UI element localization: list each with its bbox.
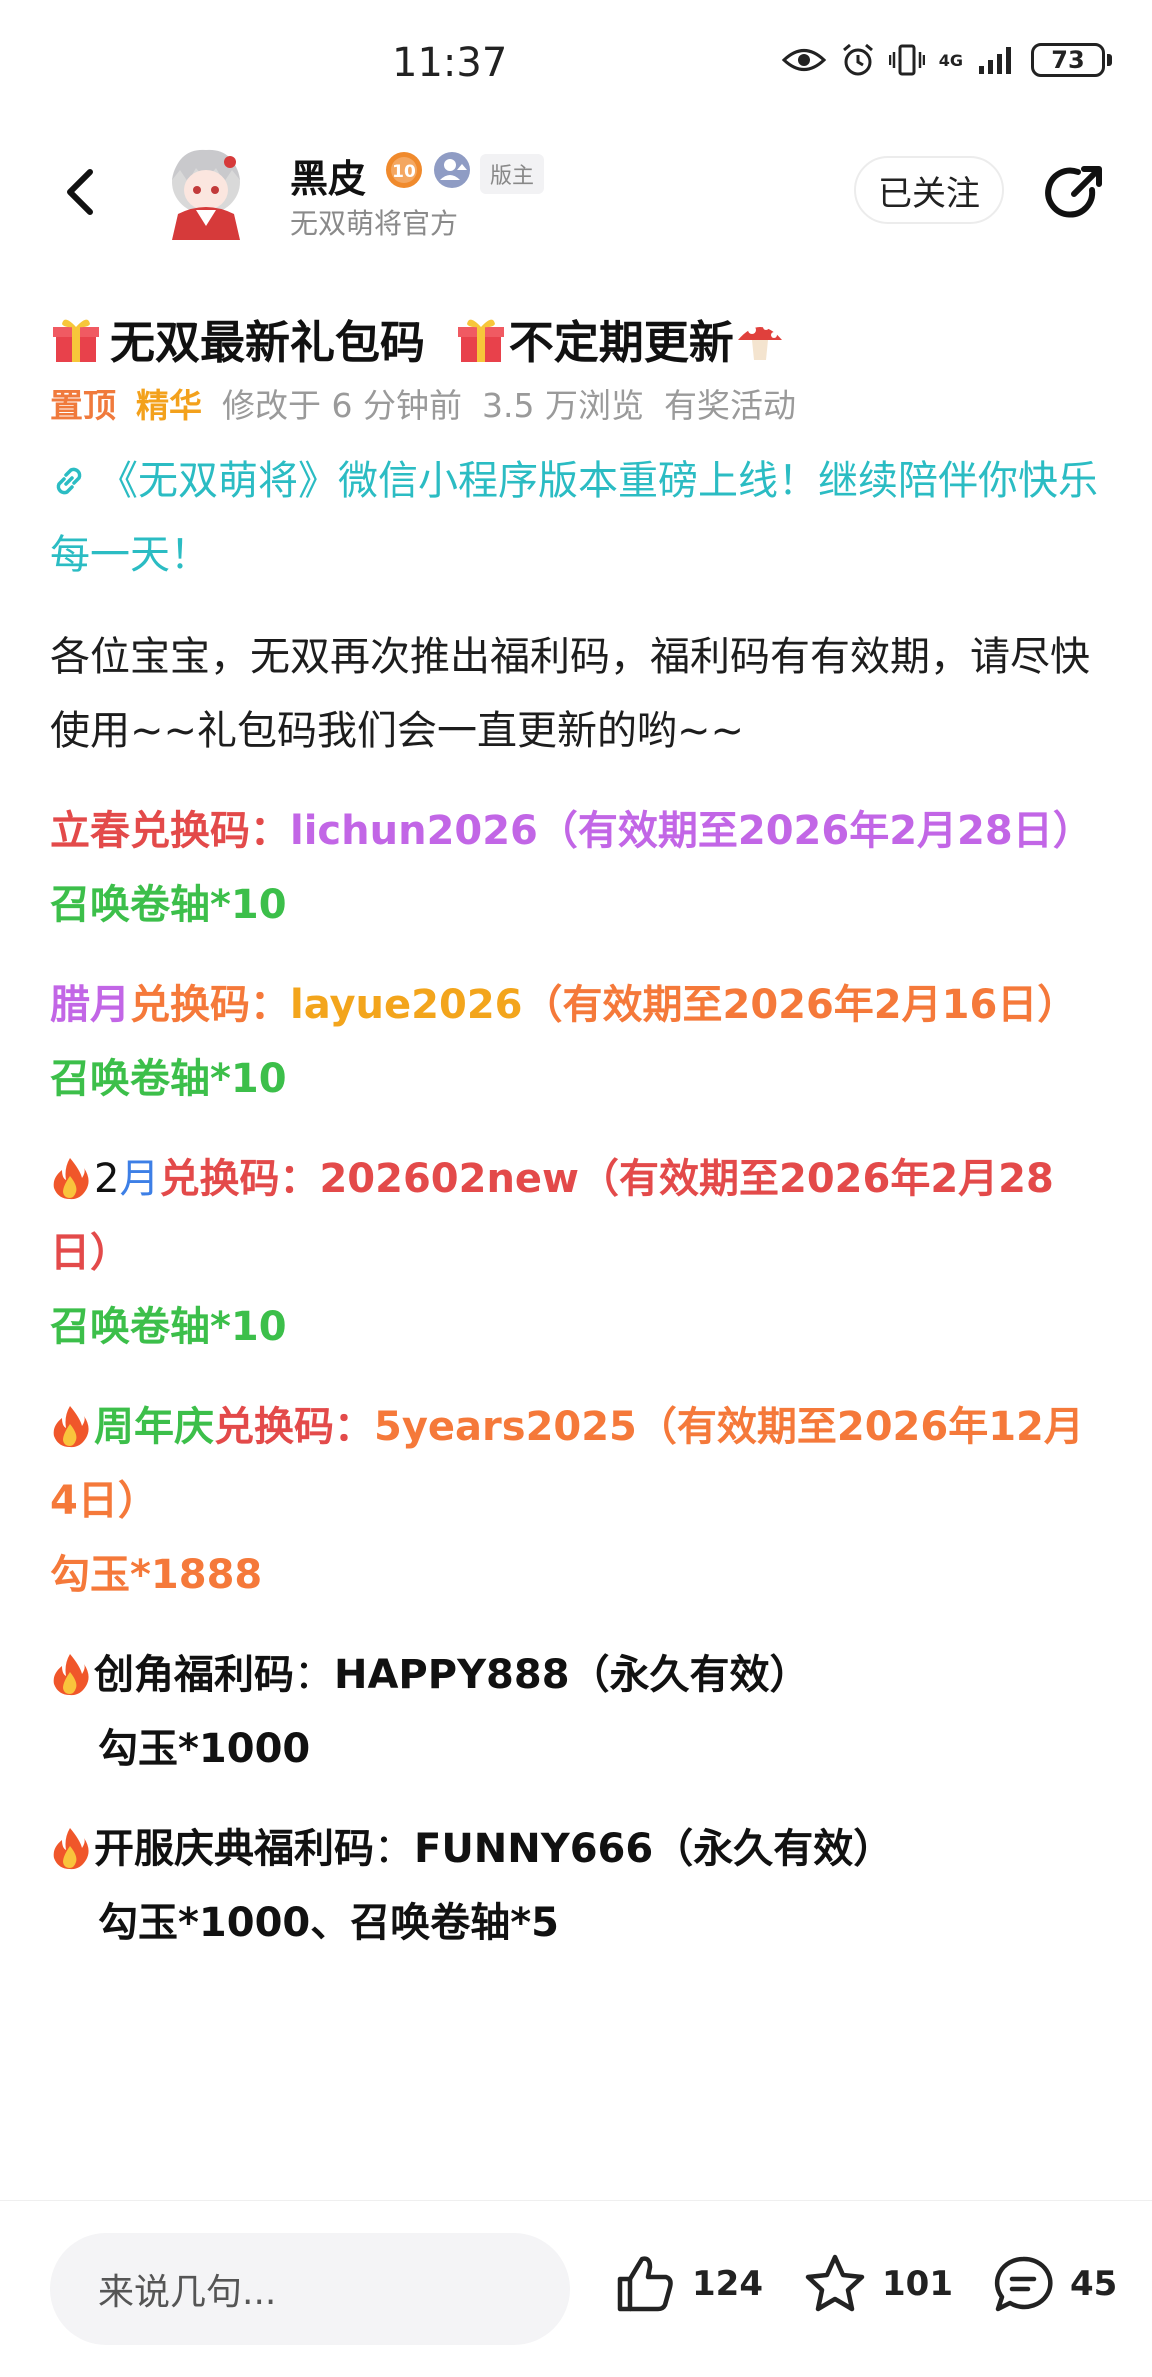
code-reward: 勾玉*1000 xyxy=(98,1726,311,1772)
level-badge-icon: 10 xyxy=(386,152,422,188)
back-arrow-icon[interactable] xyxy=(52,162,112,222)
comment-input[interactable]: 来说几句... xyxy=(50,2233,570,2345)
moderator-tag: 版主 xyxy=(480,154,545,194)
mushroom-icon xyxy=(737,324,782,360)
code-label: 腊月 xyxy=(50,982,130,1028)
code-entry: 周年庆兑换码：5years2025（有效期至2026年12月4日） 勾玉*188… xyxy=(50,1390,1110,1612)
post-title-suffix: 不定期更新 xyxy=(508,316,734,369)
post-title-text: 无双最新礼包码 xyxy=(110,316,426,369)
status-time: 11:37 xyxy=(392,40,508,86)
view-count: 3.5 万浏览 xyxy=(481,386,644,425)
verified-user-icon xyxy=(434,152,470,188)
status-icons: 4G 73 xyxy=(781,42,1112,78)
gift-icon xyxy=(53,319,99,362)
code-entry: 开服庆典福利码：FUNNY666（永久有效） 勾玉*1000、召唤卷轴*5 xyxy=(50,1812,1110,1960)
comment-button[interactable]: 45 xyxy=(990,2251,1117,2317)
code-value[interactable]: HAPPY888（永久有效） xyxy=(334,1652,810,1698)
vibrate-icon xyxy=(888,44,925,76)
like-count: 124 xyxy=(692,2264,763,2304)
level-badge-text: 10 xyxy=(392,162,416,182)
code-entry: 腊月兑换码：layue2026（有效期至2026年2月16日） 召唤卷轴*10 xyxy=(50,968,1110,1116)
share-icon[interactable] xyxy=(1040,160,1108,228)
link-icon xyxy=(56,467,82,495)
comment-count: 45 xyxy=(1070,2264,1118,2304)
avatar[interactable] xyxy=(158,140,254,240)
comment-bubble-icon xyxy=(994,2256,1053,2312)
fire-icon xyxy=(53,1406,89,1448)
code-entry: 2月兑换码：202602new（有效期至2026年2月28日） 召唤卷轴*10 xyxy=(50,1142,1110,1364)
fire-icon xyxy=(53,1158,89,1200)
username[interactable]: 黑皮 xyxy=(290,148,366,203)
code-reward: 召唤卷轴*10 xyxy=(50,1304,287,1350)
status-bar: 11:37 4G 73 xyxy=(0,0,1152,130)
alarm-icon xyxy=(842,43,873,76)
link-text[interactable]: 《无双萌将》微信小程序版本重磅上线！继续陪伴你快乐每一天！ xyxy=(50,458,1098,578)
battery-icon: 73 xyxy=(1031,43,1112,77)
post-header: 黑皮 10 版主 无双萌将官方 已关注 xyxy=(0,140,1152,250)
code-value[interactable]: layue2026 xyxy=(290,982,522,1028)
code-separator: ： xyxy=(374,1826,414,1872)
activity-tag[interactable]: 有奖活动 xyxy=(664,386,796,425)
code-label: 2 xyxy=(94,1156,120,1202)
post-title: 无双最新礼包码 不定期更新 xyxy=(50,310,1110,376)
code-entry: 立春兑换码：lichun2026（有效期至2026年2月28日） 召唤卷轴*10 xyxy=(50,794,1110,942)
thumbs-up-icon xyxy=(617,2256,673,2312)
favorite-count: 101 xyxy=(882,2264,953,2304)
code-value[interactable]: FUNNY666（永久有效） xyxy=(414,1826,893,1872)
code-reward: 召唤卷轴*10 xyxy=(50,1056,287,1102)
code-label: 周年庆 xyxy=(94,1404,214,1450)
fire-icon xyxy=(53,1654,89,1696)
post-content: 无双最新礼包码 不定期更新 置顶 精华 修改于 6 分钟前 3.5 万浏览 有奖活动 《… xyxy=(50,310,1110,1960)
pinned-tag: 置顶 xyxy=(50,386,116,425)
code-label: 兑换码： xyxy=(130,982,290,1028)
edited-time: 修改于 6 分钟前 xyxy=(222,386,462,425)
code-label: 兑换码： xyxy=(159,1156,320,1202)
fire-icon xyxy=(53,1828,89,1870)
gift-icon xyxy=(457,319,504,362)
code-validity: （有效期至2026年2月16日） xyxy=(522,982,1078,1028)
favorite-button[interactable]: 101 xyxy=(802,2251,953,2317)
code-reward: 召唤卷轴*10 xyxy=(50,882,287,928)
post-meta: 置顶 精华 修改于 6 分钟前 3.5 万浏览 有奖活动 xyxy=(50,382,1110,430)
follow-button[interactable]: 已关注 xyxy=(854,156,1004,224)
code-label: 兑换码： xyxy=(214,1404,374,1450)
miniprogram-link[interactable]: 《无双萌将》微信小程序版本重磅上线！继续陪伴你快乐每一天！ xyxy=(50,444,1110,592)
code-separator: ： xyxy=(294,1652,334,1698)
code-value[interactable]: lichun2026（有效期至2026年2月28日） xyxy=(290,808,1093,854)
bottom-action-bar: 来说几句... 124 101 45 xyxy=(0,2200,1152,2377)
star-icon xyxy=(805,2254,865,2312)
intro-paragraph: 各位宝宝，无双再次推出福利码，福利码有有效期，请尽快使用~~礼包码我们会一直更新… xyxy=(50,634,1090,754)
eye-icon xyxy=(781,49,826,71)
code-label: 立春兑换码： xyxy=(50,808,290,854)
network-label: 4G xyxy=(938,50,963,70)
code-label: 月 xyxy=(119,1156,160,1202)
battery-level: 73 xyxy=(1031,43,1105,77)
like-button[interactable]: 124 xyxy=(612,2251,763,2317)
scroll-fade xyxy=(0,2150,1152,2200)
code-entry: 创角福利码：HAPPY888（永久有效） 勾玉*1000 xyxy=(50,1638,1110,1786)
user-subtitle: 无双萌将官方 xyxy=(290,207,459,240)
code-label: 开服庆典福利码 xyxy=(94,1826,374,1872)
code-label: 创角福利码 xyxy=(94,1652,294,1698)
signal-icon xyxy=(979,47,1011,74)
code-reward: 勾玉*1000、召唤卷轴*5 xyxy=(98,1900,559,1946)
featured-tag: 精华 xyxy=(136,386,202,425)
code-reward: 勾玉*1888 xyxy=(50,1552,263,1598)
